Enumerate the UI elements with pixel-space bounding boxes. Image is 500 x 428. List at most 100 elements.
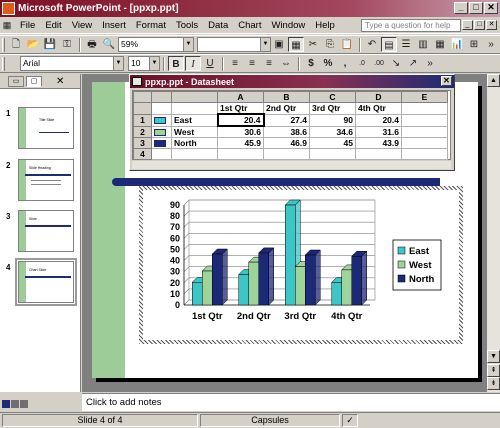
gridline-depth[interactable] [183, 199, 190, 206]
datasheet-window[interactable]: ppxp.ppt - Datasheet ✕ A B C D E 1st Qtr… [129, 74, 455, 171]
italic-icon[interactable]: I [185, 56, 201, 71]
bar-east[interactable] [331, 282, 342, 306]
slide-thumbnail-4[interactable]: Chart Slide [15, 258, 77, 306]
print-preview-icon[interactable]: 🔍 [101, 37, 117, 52]
y-tick-label[interactable]: 20 [170, 278, 180, 288]
outline-tab[interactable]: ▭ [8, 75, 24, 87]
column-header-e[interactable]: E [401, 91, 448, 103]
cell[interactable] [171, 102, 218, 115]
datasheet-title-bar[interactable]: ppxp.ppt - Datasheet ✕ [130, 75, 454, 88]
cell[interactable] [355, 148, 402, 160]
paste-icon[interactable]: 📋 [339, 37, 355, 52]
bar-east[interactable] [192, 282, 203, 306]
series-swatch-cell[interactable] [151, 113, 172, 127]
cell[interactable]: 3rd Qtr [309, 102, 356, 115]
cell[interactable]: 1st Qtr [217, 102, 264, 115]
legend-swatch[interactable] [397, 246, 406, 255]
toolbar-grip[interactable] [2, 37, 5, 52]
gridline-depth[interactable] [183, 266, 190, 272]
menu-edit[interactable]: Edit [40, 20, 66, 31]
align-right-icon[interactable]: ≡ [261, 56, 277, 71]
angle-text-up-icon[interactable]: ↗ [405, 56, 421, 71]
slide-sorter-view-icon[interactable] [11, 400, 19, 408]
cell[interactable] [151, 148, 172, 160]
slide-show-view-icon[interactable] [20, 400, 28, 408]
bar-side[interactable] [268, 247, 274, 306]
cell[interactable] [263, 148, 310, 160]
cell[interactable] [401, 137, 448, 149]
increase-decimal-icon[interactable]: .0 [354, 56, 370, 71]
chart-objects-combo[interactable]: ▼ [197, 37, 271, 52]
gridline-depth[interactable] [183, 233, 190, 239]
cell[interactable]: North [171, 137, 218, 149]
menu-insert[interactable]: Insert [97, 20, 131, 31]
menu-tools[interactable]: Tools [171, 20, 203, 31]
cell[interactable]: 20.4 [355, 113, 402, 127]
slides-tab[interactable]: ▢ [26, 75, 42, 87]
percent-icon[interactable]: % [320, 56, 336, 71]
bar-west[interactable] [295, 266, 306, 306]
doc-close-button[interactable]: ✕ [486, 20, 497, 30]
cell[interactable]: 30.6 [217, 125, 264, 138]
column-header[interactable] [151, 91, 172, 103]
toolbar-options-icon[interactable]: » [483, 37, 499, 52]
bar-side[interactable] [361, 250, 367, 306]
y-tick-label[interactable]: 40 [170, 256, 180, 266]
cell[interactable]: 27.4 [263, 113, 310, 127]
maximize-button[interactable]: □ [469, 2, 483, 14]
bar-side[interactable] [222, 248, 228, 306]
chart-object-frame[interactable]: 0 10 20 30 40 50 60 70 80 90 1st Qtr 2nd Qtr 3rd Qtr… [139, 186, 463, 344]
toolbar-grip[interactable] [2, 56, 5, 71]
menu-file[interactable]: File [15, 20, 40, 31]
cell[interactable]: 4th Qtr [355, 102, 402, 115]
slide-thumbnail-3[interactable]: Slide [18, 210, 74, 252]
y-tick-label[interactable]: 0 [175, 300, 180, 310]
select-all-cell[interactable] [133, 91, 152, 103]
cell[interactable]: 45 [309, 137, 356, 149]
cell[interactable]: 2nd Qtr [263, 102, 310, 115]
y-tick-label[interactable]: 30 [170, 267, 180, 277]
row-header[interactable]: 4 [133, 148, 152, 160]
copy-icon[interactable]: ⎘ [322, 37, 338, 52]
row-header[interactable]: 2 [133, 125, 152, 138]
cut-icon[interactable]: ✂ [305, 37, 321, 52]
column-header-a[interactable]: A [217, 91, 264, 103]
undo-icon[interactable]: ↶ [364, 37, 380, 52]
menu-help[interactable]: Help [310, 20, 340, 31]
bar-east[interactable] [238, 274, 249, 306]
cell[interactable] [401, 102, 448, 115]
cell[interactable]: 90 [309, 113, 356, 127]
chart-doc-icon[interactable]: ▦ [0, 18, 14, 33]
next-slide-icon[interactable]: ⇟ [487, 377, 500, 390]
menu-data[interactable]: Data [203, 20, 233, 31]
previous-slide-icon[interactable]: ⇞ [487, 364, 500, 377]
normal-view-icon[interactable] [2, 400, 10, 408]
doc-minimize-button[interactable]: _ [462, 20, 473, 30]
cell[interactable]: West [171, 125, 218, 138]
data-table-icon[interactable]: ▦ [432, 37, 448, 52]
bar-north[interactable] [351, 255, 362, 306]
y-tick-label[interactable]: 80 [170, 211, 180, 221]
merge-center-icon[interactable]: ⇔ [278, 56, 294, 71]
notes-pane[interactable]: Click to add notes [82, 393, 500, 411]
row-header[interactable] [133, 102, 152, 115]
chevron-down-icon[interactable]: ▼ [149, 57, 159, 70]
legend-label[interactable]: East [409, 246, 430, 257]
cell[interactable]: East [171, 113, 218, 127]
save-icon[interactable]: 💾 [42, 37, 58, 52]
cell[interactable]: 46.9 [263, 137, 310, 149]
font-size-combo[interactable]: 10 ▼ [128, 56, 160, 71]
menu-window[interactable]: Window [266, 20, 310, 31]
menu-format[interactable]: Format [131, 20, 171, 31]
y-tick-label[interactable]: 50 [170, 244, 180, 254]
series-swatch-cell[interactable] [151, 125, 172, 138]
chevron-down-icon[interactable]: ▼ [183, 38, 193, 51]
cell[interactable] [171, 148, 218, 160]
bar-north[interactable] [258, 252, 269, 306]
currency-icon[interactable]: $ [303, 56, 319, 71]
cell[interactable] [401, 148, 448, 160]
open-icon[interactable]: 📂 [25, 37, 41, 52]
legend-label[interactable]: West [409, 260, 432, 271]
gridline-depth[interactable] [183, 210, 190, 217]
chevron-down-icon[interactable]: ▼ [113, 57, 123, 70]
